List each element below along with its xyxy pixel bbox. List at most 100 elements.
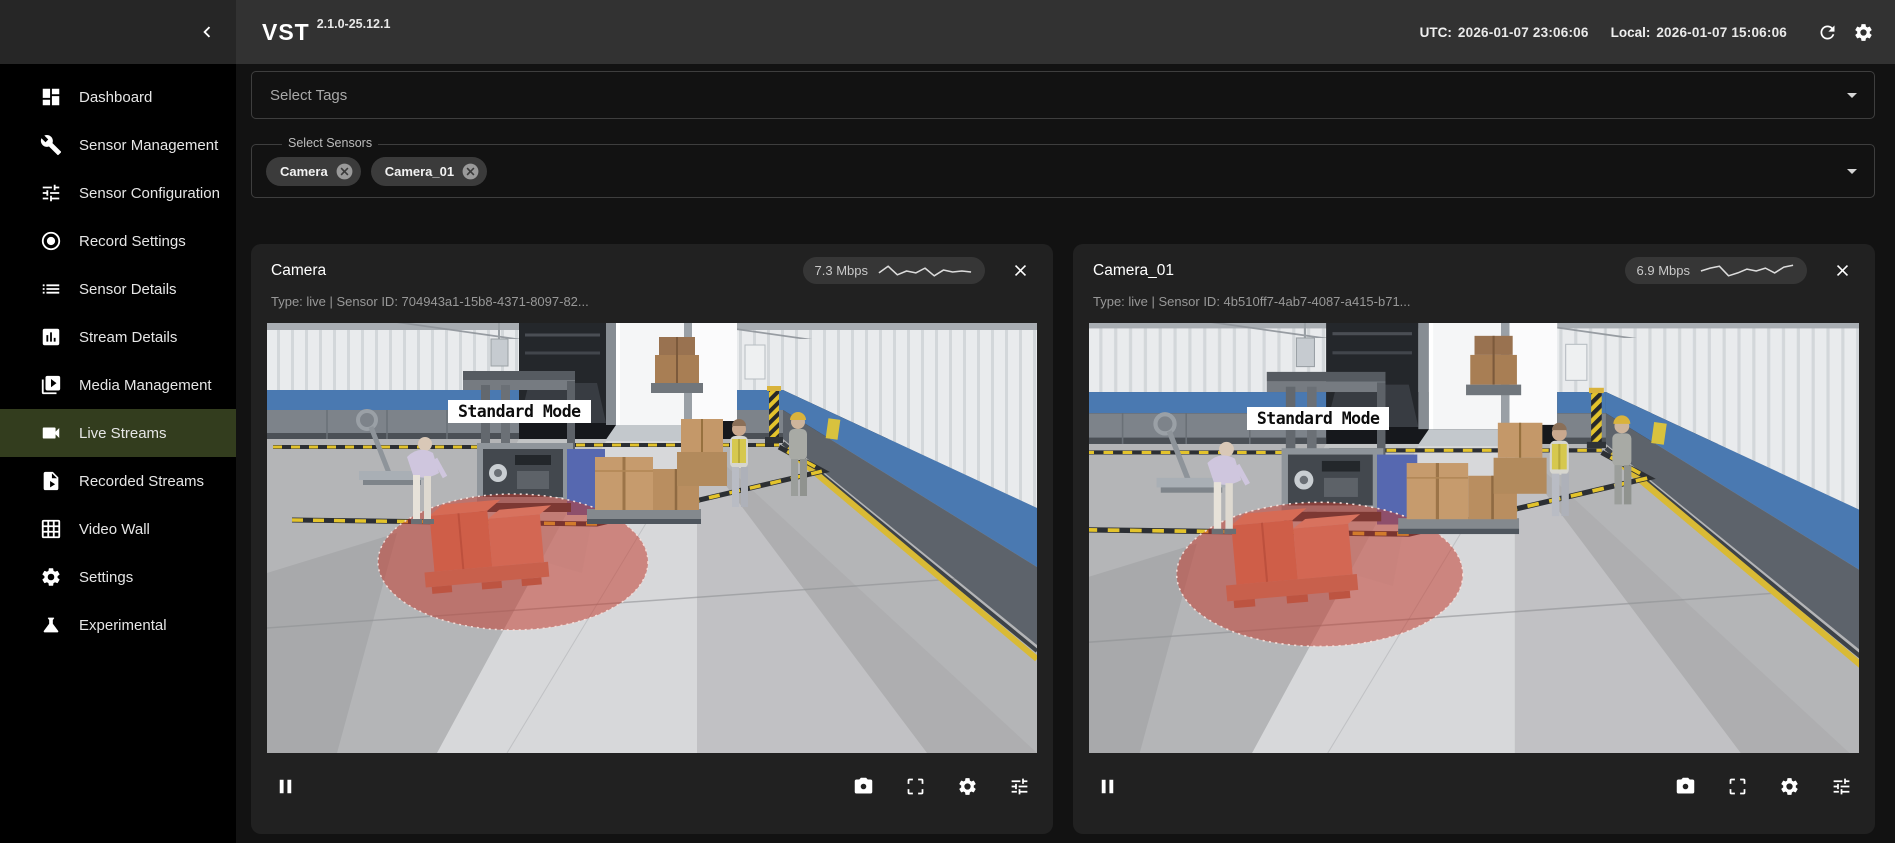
fullscreen-icon <box>905 776 926 797</box>
fullscreen-button[interactable] <box>900 771 930 801</box>
chip-remove-icon[interactable] <box>461 162 480 181</box>
sidebar-item-sensor-management[interactable]: Sensor Management <box>0 121 236 169</box>
list-icon <box>40 278 62 300</box>
card-header: Camera 7.3 Mbps Type: live | Sensor ID: … <box>251 244 1053 309</box>
gear-icon <box>957 776 978 797</box>
refresh-button[interactable] <box>1809 14 1845 50</box>
stream-meta: Type: live | Sensor ID: 4b510ff7-4ab7-40… <box>1093 294 1859 309</box>
select-sensors-dropdown[interactable]: Select Sensors Camera Camera_01 <box>251 144 1875 198</box>
sidebar-collapse-button[interactable] <box>190 15 224 49</box>
stream-settings-button[interactable] <box>1774 771 1804 801</box>
bar-chart-icon <box>40 326 62 348</box>
sidebar-item-live-streams[interactable]: Live Streams <box>0 409 236 457</box>
bitrate-value: 7.3 Mbps <box>815 263 868 278</box>
fullscreen-button[interactable] <box>1722 771 1752 801</box>
utc-label: UTC: <box>1420 25 1452 40</box>
topbar-right: UTC: 2026-01-07 23:06:06 Local: 2026-01-… <box>1420 14 1895 50</box>
settings-button[interactable] <box>1845 14 1881 50</box>
sidebar-item-sensor-details[interactable]: Sensor Details <box>0 265 236 313</box>
tune-icon <box>1009 776 1030 797</box>
select-tags-dropdown[interactable]: Select Tags <box>251 71 1875 119</box>
sidebar-item-experimental[interactable]: Experimental <box>0 601 236 649</box>
utc-time: 2026-01-07 23:06:06 <box>1458 25 1589 40</box>
pause-button[interactable] <box>1092 771 1122 801</box>
sidebar-item-sensor-configuration[interactable]: Sensor Configuration <box>0 169 236 217</box>
warehouse-video-frame <box>1089 323 1859 753</box>
card-title: Camera_01 <box>1093 262 1174 280</box>
stream-card-camera: Camera 7.3 Mbps Type: live | Sensor ID: … <box>251 244 1053 834</box>
bitrate-sparkline <box>1699 262 1795 280</box>
sensor-chip-camera-01[interactable]: Camera_01 <box>371 157 487 186</box>
mode-overlay-label: Standard Mode <box>448 400 591 423</box>
sidebar-header <box>0 0 236 64</box>
stream-meta: Type: live | Sensor ID: 704943a1-15b8-43… <box>271 294 1037 309</box>
video-viewport[interactable]: Standard Mode <box>267 323 1037 753</box>
video-controls <box>251 753 1053 819</box>
local-time: 2026-01-07 15:06:06 <box>1656 25 1787 40</box>
sidebar-item-video-wall[interactable]: Video Wall <box>0 505 236 553</box>
chip-label: Camera <box>280 164 328 179</box>
select-tags-placeholder: Select Tags <box>270 87 347 104</box>
tune-icon <box>1831 776 1852 797</box>
sidebar-item-record-settings[interactable]: Record Settings <box>0 217 236 265</box>
app-version: 2.1.0-25.12.1 <box>317 17 391 31</box>
video-controls <box>1073 753 1875 819</box>
close-icon <box>1833 261 1852 280</box>
refresh-icon <box>1817 22 1838 43</box>
bitrate-sparkline <box>877 262 973 280</box>
stream-tune-button[interactable] <box>1004 771 1034 801</box>
chip-remove-icon[interactable] <box>335 162 354 181</box>
camera-icon <box>1675 776 1696 797</box>
sidebar-item-settings[interactable]: Settings <box>0 553 236 601</box>
chevron-down-icon[interactable] <box>1840 83 1864 107</box>
sidebar-item-recorded-streams[interactable]: Recorded Streams <box>0 457 236 505</box>
sensor-chip-camera[interactable]: Camera <box>266 157 361 186</box>
wrench-icon <box>40 134 62 156</box>
flask-icon <box>40 614 62 636</box>
snapshot-button[interactable] <box>1670 771 1700 801</box>
sidebar-item-label: Media Management <box>79 377 212 394</box>
stream-settings-button[interactable] <box>952 771 982 801</box>
snapshot-button[interactable] <box>848 771 878 801</box>
grid-icon <box>40 518 62 540</box>
pause-button[interactable] <box>270 771 300 801</box>
sidebar-item-label: Sensor Management <box>79 137 218 154</box>
file-icon <box>40 470 62 492</box>
chevron-down-icon[interactable] <box>1840 159 1864 183</box>
close-stream-button[interactable] <box>1007 258 1033 284</box>
select-sensors-label: Select Sensors <box>282 136 378 150</box>
card-header: Camera_01 6.9 Mbps Type: live | Sensor I… <box>1073 244 1875 309</box>
bitrate-badge: 7.3 Mbps <box>803 257 985 284</box>
app-logo: VST 2.1.0-25.12.1 <box>262 21 390 44</box>
dashboard-icon <box>40 86 62 108</box>
sidebar-item-stream-details[interactable]: Stream Details <box>0 313 236 361</box>
top-bar: VST 2.1.0-25.12.1 UTC: 2026-01-07 23:06:… <box>0 0 1895 64</box>
chip-label: Camera_01 <box>385 164 454 179</box>
sidebar-item-dashboard[interactable]: Dashboard <box>0 73 236 121</box>
stream-tune-button[interactable] <box>1826 771 1856 801</box>
warehouse-video-frame <box>267 323 1037 753</box>
video-viewport[interactable]: Standard Mode <box>1089 323 1859 753</box>
sidebar-item-label: Video Wall <box>79 521 150 538</box>
sidebar-item-label: Stream Details <box>79 329 177 346</box>
gear-icon <box>40 566 62 588</box>
gear-icon <box>1853 22 1874 43</box>
pause-icon <box>1096 775 1119 798</box>
mode-overlay-label: Standard Mode <box>1247 407 1390 430</box>
fullscreen-icon <box>1727 776 1748 797</box>
chevron-left-icon <box>196 21 218 43</box>
bitrate-badge: 6.9 Mbps <box>1625 257 1807 284</box>
sidebar-item-label: Record Settings <box>79 233 186 250</box>
close-icon <box>1011 261 1030 280</box>
sidebar-item-label: Sensor Configuration <box>79 185 220 202</box>
sidebar-item-label: Experimental <box>79 617 167 634</box>
tune-icon <box>40 182 62 204</box>
close-stream-button[interactable] <box>1829 258 1855 284</box>
record-icon <box>40 230 62 252</box>
sidebar-item-label: Sensor Details <box>79 281 177 298</box>
gear-icon <box>1779 776 1800 797</box>
sidebar-item-media-management[interactable]: Media Management <box>0 361 236 409</box>
sidebar-item-label: Settings <box>79 569 133 586</box>
video-library-icon <box>40 374 62 396</box>
sidebar-item-label: Recorded Streams <box>79 473 204 490</box>
